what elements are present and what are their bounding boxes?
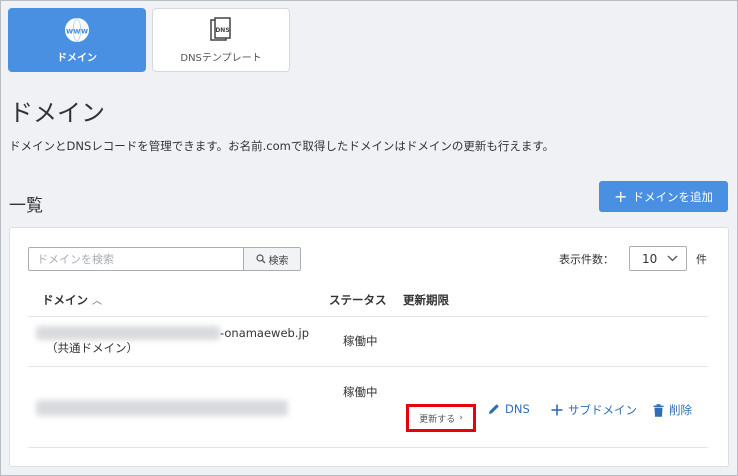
- column-header-domain-label: ドメイン: [42, 293, 88, 307]
- search-button[interactable]: 検索: [243, 247, 301, 271]
- domain-suffix: -onamaeweb.jp: [220, 326, 309, 340]
- search-input[interactable]: [28, 247, 243, 271]
- column-header-domain[interactable]: ドメイン ︿: [42, 292, 102, 308]
- dns-action-link[interactable]: DNS: [488, 402, 530, 416]
- blurred-domain-name: [36, 326, 220, 340]
- domain-list-panel: 検索 表示件数： 10 件 ドメイン ︿ ステータス 更新期限 -onamaewe…: [9, 227, 729, 467]
- column-header-expiry: 更新期限: [403, 293, 449, 307]
- subdomain-action-label: サブドメイン: [568, 403, 637, 417]
- search-group: 検索: [28, 247, 301, 271]
- page-size-select[interactable]: 10: [629, 246, 687, 271]
- search-button-label: 検索: [268, 255, 289, 267]
- domain-note: （共通ドメイン）: [46, 341, 138, 355]
- page-size-value: 10: [642, 251, 658, 266]
- sort-ascending-icon: ︿: [92, 296, 102, 307]
- plus-icon: +: [614, 186, 628, 206]
- status-text: 稼働中: [343, 334, 378, 348]
- status-text: 稼働中: [343, 385, 378, 399]
- svg-text:www: www: [66, 26, 89, 35]
- globe-www-icon: www: [64, 17, 90, 43]
- section-title: 一覧: [9, 196, 43, 216]
- tab-dns-template-label: DNSテンプレート: [180, 52, 262, 64]
- page-description: ドメインとDNSレコードを管理できます。お名前.comで取得したドメインはドメイ…: [9, 139, 555, 153]
- header-divider: [28, 316, 708, 317]
- pencil-icon: [489, 404, 499, 414]
- blurred-domain-name: [36, 400, 288, 416]
- renew-button-label: 更新する: [419, 414, 456, 425]
- search-icon: [255, 254, 265, 264]
- chevron-down-icon: [667, 255, 678, 262]
- chevron-right-icon: ›: [459, 413, 463, 423]
- row-divider: [28, 366, 708, 367]
- trash-icon: [653, 403, 664, 417]
- delete-action-label: 削除: [669, 403, 692, 417]
- renew-button[interactable]: 更新する ›: [406, 404, 476, 432]
- svg-text:DNS: DNS: [215, 27, 229, 34]
- tab-dns-template[interactable]: DNS DNSテンプレート: [152, 8, 290, 72]
- page-size-label: 表示件数：: [559, 253, 614, 266]
- page-title: ドメイン: [9, 99, 105, 127]
- plus-icon: [551, 404, 563, 416]
- tab-domain[interactable]: www ドメイン: [8, 8, 146, 72]
- tab-domain-label: ドメイン: [57, 52, 97, 64]
- add-domain-label: ドメインを追加: [632, 189, 713, 204]
- delete-action-link[interactable]: 削除: [653, 402, 692, 418]
- column-header-status: ステータス: [329, 293, 387, 307]
- tab-bar: www ドメイン DNS DNSテンプレート: [8, 8, 290, 72]
- page-size-unit: 件: [696, 253, 707, 266]
- subdomain-action-link[interactable]: サブドメイン: [551, 402, 637, 418]
- dns-template-icon: DNS: [209, 16, 233, 43]
- dns-action-label: DNS: [505, 402, 530, 416]
- add-domain-button[interactable]: + ドメインを追加: [599, 181, 728, 212]
- row-divider: [28, 447, 708, 448]
